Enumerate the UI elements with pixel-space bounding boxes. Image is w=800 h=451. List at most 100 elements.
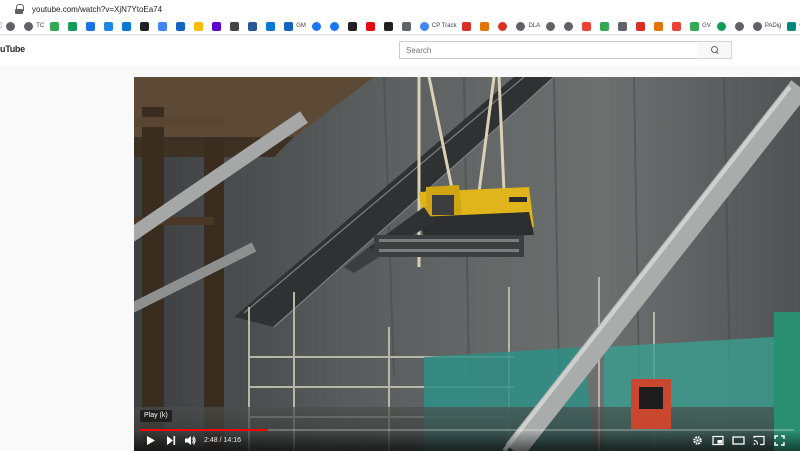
square-icon — [480, 21, 490, 31]
bookmark-item[interactable] — [104, 21, 116, 31]
bookmarks-bar: ⁞ TC GM CP Track DLA GV PADig OFH Dig — [0, 18, 800, 35]
facebook-icon — [329, 21, 339, 31]
search-icon — [710, 46, 719, 54]
slack-icon — [672, 21, 682, 31]
drive-icon — [600, 21, 610, 31]
bookmark-item[interactable] — [654, 21, 666, 31]
bookmark-item[interactable] — [122, 21, 134, 31]
bookmark-item[interactable]: DLA — [516, 21, 541, 31]
bookmark-item[interactable]: OFH Dig — [787, 21, 800, 31]
bookmark-item[interactable] — [672, 21, 684, 31]
bookmark-item[interactable] — [546, 21, 558, 31]
bookmark-item[interactable]: CP Track — [419, 21, 457, 31]
address-bar[interactable]: youtube.com/watch?v=XjN7YtoEa74 — [0, 0, 800, 18]
settings-gear-icon[interactable] — [692, 435, 703, 446]
square-icon — [654, 21, 664, 31]
search-button[interactable] — [698, 41, 732, 59]
yahoo-icon — [212, 21, 222, 31]
globe-icon — [734, 21, 744, 31]
theater-mode-icon[interactable] — [732, 435, 745, 446]
bookmark-item[interactable] — [582, 21, 594, 31]
gmail-icon — [636, 21, 646, 31]
youtube-header: uTube — [0, 36, 800, 66]
bookmark-item[interactable] — [564, 21, 576, 31]
bookmark-label: PADig — [764, 23, 782, 29]
bookmark-item[interactable]: GV — [690, 21, 711, 31]
bing-icon — [122, 21, 132, 31]
miniplayer-icon[interactable] — [712, 435, 724, 446]
globe-icon — [516, 21, 526, 31]
bookmark-item[interactable] — [6, 21, 18, 31]
bookmark-item[interactable] — [480, 21, 492, 31]
bookmark-item[interactable] — [618, 21, 630, 31]
url-text[interactable]: youtube.com/watch?v=XjN7YtoEa74 — [32, 5, 162, 14]
circle-icon — [716, 21, 726, 31]
search-input[interactable] — [399, 41, 699, 59]
bookmark-label: DLA — [528, 23, 541, 29]
player-controls: 2:48 / 14:16 — [134, 431, 800, 451]
bookmark-item[interactable] — [498, 21, 510, 31]
sheet-icon — [50, 21, 60, 31]
bookmark-item[interactable] — [266, 21, 278, 31]
bookmark-item[interactable] — [347, 21, 360, 31]
mail-icon — [462, 21, 472, 31]
cast-icon[interactable] — [753, 435, 765, 446]
video-player[interactable]: Play (k) 2:48 / 14:16 — [134, 77, 800, 451]
square-icon — [347, 21, 357, 31]
bookmark-item[interactable] — [140, 21, 152, 31]
bookmark-item[interactable] — [212, 21, 224, 31]
play-tooltip: Play (k) — [140, 410, 172, 422]
bookmark-item[interactable] — [734, 21, 747, 31]
apps-icon[interactable]: ⁞ — [0, 22, 2, 30]
drive-icon — [176, 21, 186, 31]
bookmark-item[interactable] — [194, 21, 206, 31]
bookmark-item[interactable] — [230, 21, 242, 31]
photos-icon — [582, 21, 592, 31]
globe-icon — [564, 21, 574, 31]
amazon-icon — [383, 21, 393, 31]
bookmark-item[interactable] — [176, 21, 188, 31]
bookmark-item[interactable] — [248, 21, 260, 31]
bookmark-item[interactable] — [401, 21, 414, 31]
mail-icon — [104, 21, 114, 31]
bookmark-item[interactable] — [311, 21, 324, 31]
next-icon[interactable] — [166, 435, 176, 446]
bookmark-item[interactable] — [158, 21, 170, 31]
gm-icon — [284, 21, 294, 31]
globe-icon — [6, 21, 16, 31]
volume-icon[interactable] — [184, 435, 196, 446]
bookmark-item[interactable] — [383, 21, 396, 31]
outlook-icon — [266, 21, 276, 31]
bookmark-item[interactable]: GM — [284, 21, 306, 31]
bookmark-item[interactable] — [636, 21, 648, 31]
youtube-logo[interactable]: uTube — [0, 44, 25, 54]
bookmark-item[interactable]: TC — [24, 21, 44, 31]
bookmark-label: GV — [702, 23, 711, 29]
bookmark-item[interactable] — [600, 21, 612, 31]
bag-icon — [401, 21, 411, 31]
bookmark-item[interactable] — [68, 21, 80, 31]
circle-icon — [498, 21, 508, 31]
globe-icon — [419, 21, 429, 31]
globe-icon — [24, 21, 34, 31]
time-display: 2:48 / 14:16 — [204, 437, 241, 444]
globe-icon — [752, 21, 762, 31]
play-icon[interactable] — [146, 435, 156, 446]
bookmark-item[interactable] — [716, 21, 729, 31]
maps-icon — [194, 21, 204, 31]
bookmark-item[interactable] — [462, 21, 474, 31]
bookmark-item[interactable]: PADig — [752, 21, 782, 31]
sheet-icon — [68, 21, 78, 31]
gauge-icon — [546, 21, 556, 31]
calendar-icon — [618, 21, 628, 31]
square-icon — [140, 21, 150, 31]
bookmark-label: GM — [296, 23, 306, 29]
bookmark-item[interactable] — [329, 21, 342, 31]
bookmark-label: CP Track — [431, 23, 457, 29]
wiki-icon — [230, 21, 240, 31]
lock-icon — [14, 4, 24, 14]
bookmark-item[interactable] — [50, 21, 62, 31]
bookmark-item[interactable] — [365, 21, 378, 31]
fullscreen-icon[interactable] — [774, 435, 785, 446]
bookmark-item[interactable] — [86, 21, 98, 31]
